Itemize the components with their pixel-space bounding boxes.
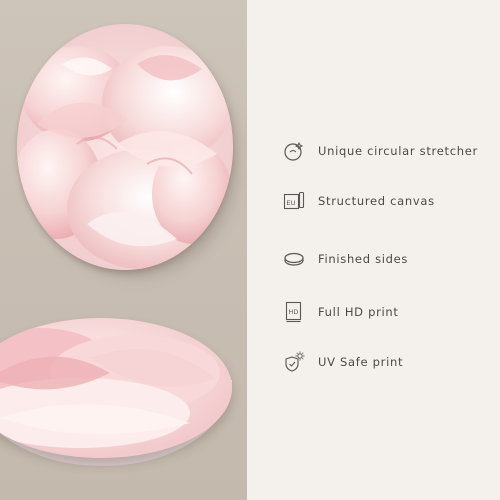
hd-icon-text: HD [289, 308, 299, 316]
feature-structured-canvas: EU Structured canvas [283, 190, 435, 212]
eu-canvas-icon: EU [283, 190, 305, 212]
eu-icon-text: EU [287, 199, 296, 207]
feature-uv-safe-print: UV Safe print [283, 351, 403, 373]
feature-label: Unique circular stretcher [318, 144, 478, 158]
circle-stretcher-icon [283, 140, 305, 162]
uv-shield-icon [283, 351, 305, 373]
feature-label: UV Safe print [318, 355, 404, 369]
peony-artwork-front [17, 24, 233, 270]
feature-label: Full HD print [318, 305, 399, 319]
feature-label: Finished sides [318, 252, 409, 266]
feature-circular-stretcher: Unique circular stretcher [283, 140, 478, 162]
feature-label: Structured canvas [318, 194, 435, 208]
finished-sides-icon [283, 248, 305, 270]
feature-full-hd-print: HD Full HD print [283, 301, 399, 323]
product-photo-panel [0, 0, 247, 500]
hd-print-icon: HD [283, 301, 305, 323]
feature-finished-sides: Finished sides [283, 248, 408, 270]
round-canvas-front-view [17, 24, 233, 270]
